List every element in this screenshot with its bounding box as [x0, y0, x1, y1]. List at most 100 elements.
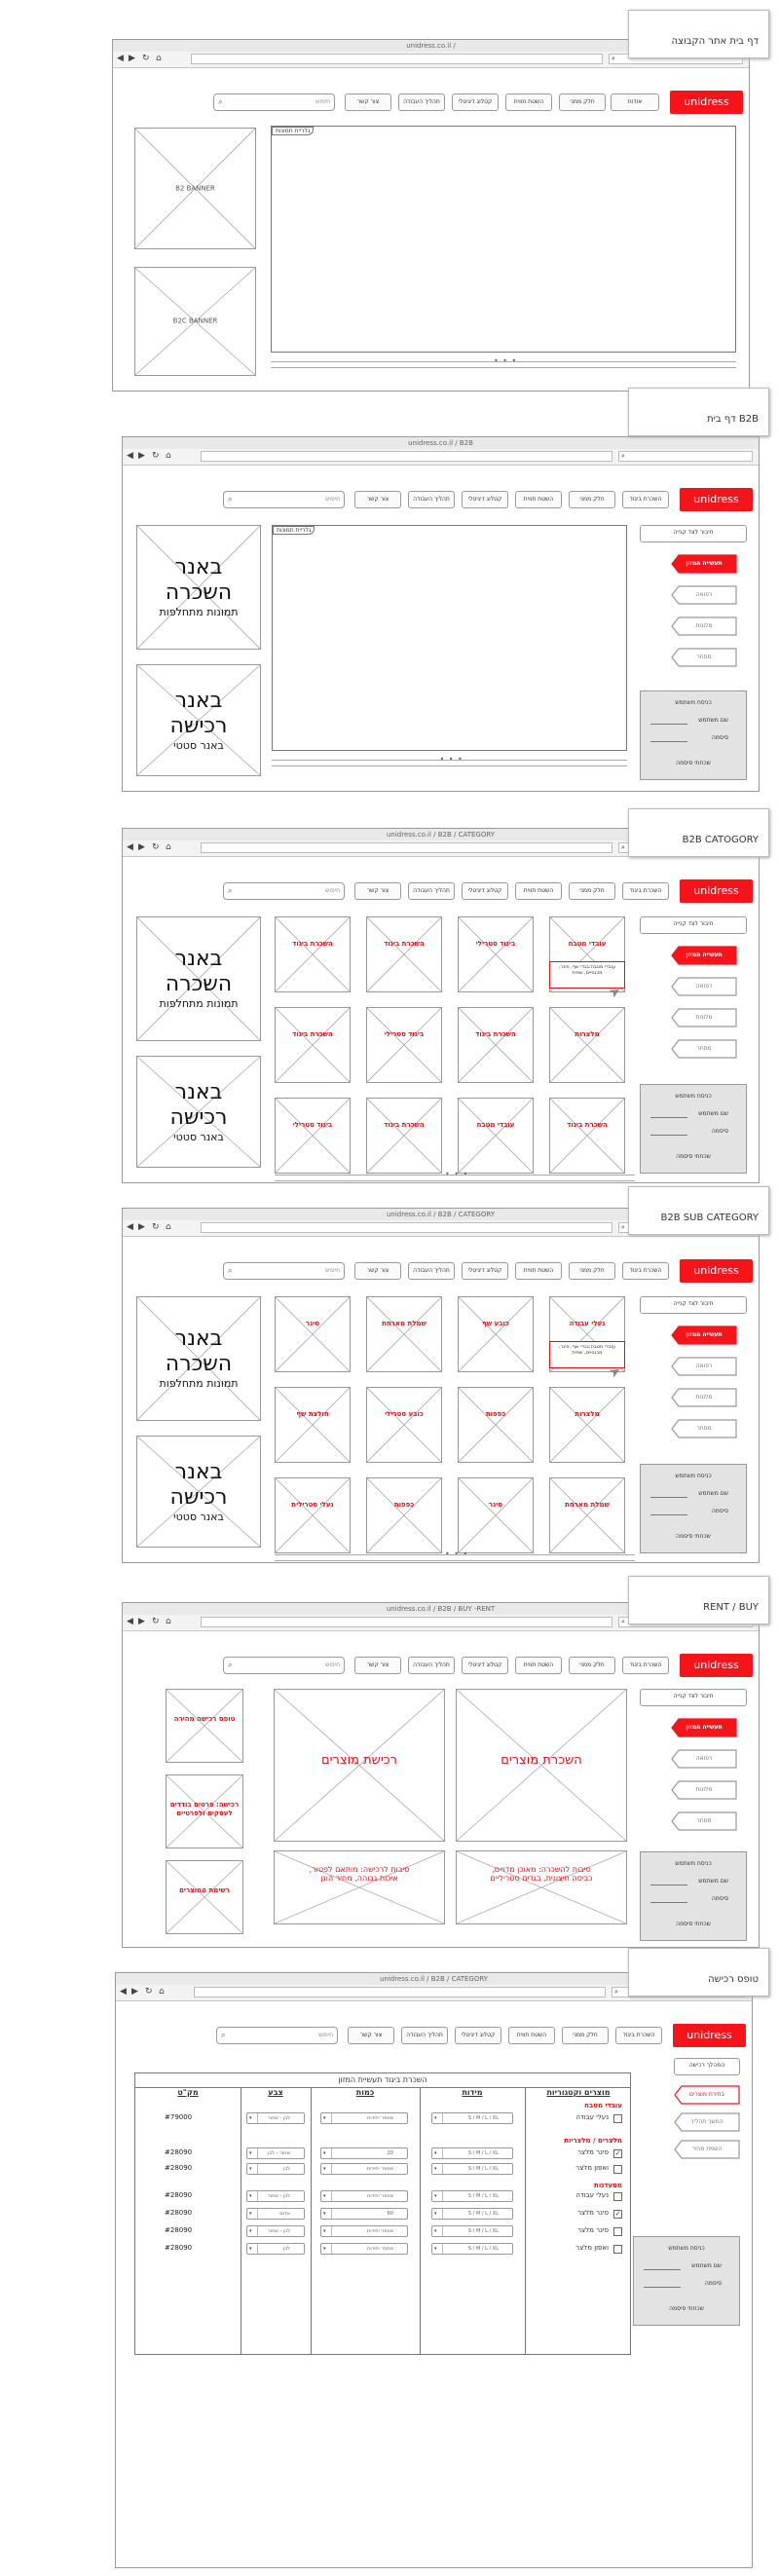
image-carousel[interactable]: גלריית תמונות — [271, 126, 736, 353]
address-bar[interactable] — [194, 1987, 606, 1997]
menu-catalog[interactable]: קטלוג דיגיטלי — [462, 1657, 508, 1674]
menu-our_clients[interactable]: חלק ממני — [569, 882, 615, 900]
password-field[interactable] — [650, 1514, 687, 1515]
password-field[interactable] — [650, 1902, 687, 1903]
quantity-select[interactable]: ▾ מספר יחידות — [320, 2225, 408, 2237]
menu-contact[interactable]: צור קשר — [354, 1657, 401, 1674]
industry-hotels[interactable]: מלונות — [671, 1780, 737, 1800]
unidress-logo[interactable]: unidress — [680, 1259, 753, 1283]
menu-rental[interactable]: השכרת ביגוד — [622, 1657, 669, 1674]
product-checkbox[interactable] — [613, 2165, 622, 2174]
unidress-logo[interactable]: unidress — [680, 879, 753, 903]
back-icon[interactable]: ◀ — [117, 54, 124, 64]
forward-icon[interactable]: ▶ — [138, 1617, 145, 1627]
unidress-logo[interactable]: unidress — [680, 1654, 753, 1677]
category-tile[interactable]: כפפות — [366, 1477, 442, 1553]
menu-wash_tags[interactable]: השטת תווית — [515, 882, 562, 900]
category-tile[interactable]: שמלת מארחת — [366, 1296, 442, 1372]
side-link-tile[interactable]: טופס רכישה מהירה — [166, 1689, 243, 1763]
b2b-login-button[interactable]: חיבור לצד קנייה — [640, 1296, 747, 1314]
industry-step3[interactable]: השמת מחיר — [674, 2140, 740, 2159]
username-field[interactable] — [650, 724, 687, 725]
industry-active[interactable]: תעשייה המזון — [671, 1718, 737, 1737]
unidress-logo[interactable]: unidress — [673, 2024, 746, 2047]
color-select[interactable]: ▾ לבן - שחור — [246, 2190, 305, 2202]
carousel-dots[interactable]: • • • — [445, 1170, 468, 1178]
category-tile[interactable]: ביגוד סטרילי — [275, 1098, 351, 1174]
refresh-icon[interactable]: ↻ — [152, 842, 160, 853]
menu-our_clients[interactable]: חלק ממני — [569, 491, 615, 508]
quantity-select[interactable]: ▾ 20 — [320, 2147, 408, 2159]
category-tile[interactable]: השכרת ביגוד — [366, 916, 442, 992]
home-icon[interactable]: ⌂ — [156, 54, 162, 64]
size-select[interactable]: ▾ S / M / L / XL — [431, 2147, 513, 2159]
category-tile[interactable]: מלצרות — [549, 1387, 625, 1463]
quantity-select[interactable]: ▾ מספר יחידות — [320, 2112, 408, 2124]
industry-hotels[interactable]: מלונות — [671, 1008, 737, 1027]
category-tile[interactable]: עובדי מטבח — [458, 1098, 534, 1174]
menu-our_clients[interactable]: חלק ממני — [559, 93, 606, 111]
site-search-input[interactable]: ⌕ חיפוש — [223, 1262, 345, 1280]
address-bar[interactable] — [191, 54, 603, 64]
industry-medical[interactable]: רפואה — [671, 1749, 737, 1769]
industry-hotels[interactable]: מלונות — [671, 1388, 737, 1407]
menu-wash_tags[interactable]: השטת תווית — [505, 93, 552, 111]
carousel-dots[interactable]: • • • — [494, 356, 517, 365]
menu-catalog[interactable]: קטלוג דיגיטלי — [455, 2027, 501, 2044]
rent-banner[interactable]: באנר השכרה תמונות מתחלפות — [136, 916, 261, 1041]
menu-rental[interactable]: השכרת ביגוד — [615, 2027, 662, 2044]
site-search-input[interactable]: ⌕ חיפוש — [223, 882, 345, 900]
refresh-icon[interactable]: ↻ — [152, 451, 160, 462]
back-icon[interactable]: ◀ — [127, 842, 133, 853]
side-step-button[interactable]: המהלך רכישה — [674, 2058, 740, 2075]
unidress-logo[interactable]: unidress — [670, 91, 743, 114]
rent-banner[interactable]: באנר השכרה תמונות מתחלפות — [136, 525, 261, 650]
menu-our_clients[interactable]: חלק ממני — [569, 1657, 615, 1674]
category-tile[interactable]: ביגוד סטרילי — [458, 916, 534, 992]
buy-products-tile[interactable]: רכישת מוצרים — [274, 1689, 445, 1842]
forward-icon[interactable]: ▶ — [138, 451, 145, 462]
menu-about[interactable]: אודות — [611, 93, 659, 111]
color-select[interactable]: ▾ לבן — [246, 2163, 305, 2175]
menu-process[interactable]: תהליך העבודה — [408, 491, 455, 508]
industry-retail[interactable]: מסחר — [671, 1811, 737, 1831]
home-icon[interactable]: ⌂ — [159, 1987, 165, 1997]
forgot-password-link[interactable]: שכחתי סיסמה — [641, 1921, 746, 1927]
size-select[interactable]: ▾ S / M / L / XL — [431, 2163, 513, 2175]
back-icon[interactable]: ◀ — [127, 451, 133, 462]
menu-wash_tags[interactable]: השטת תווית — [515, 491, 562, 508]
menu-rental[interactable]: השכרת ביגוד — [622, 882, 669, 900]
forgot-password-link[interactable]: שכחתי סיסמה — [641, 760, 746, 766]
category-tile[interactable]: השכרת ביגוד — [549, 1098, 625, 1174]
industry-medical[interactable]: רפואה — [671, 585, 737, 605]
b2c-banner[interactable]: B2C BANNER — [134, 267, 256, 376]
category-tile[interactable]: נעלי סטרילית — [275, 1477, 351, 1553]
size-select[interactable]: ▾ S / M / L / XL — [431, 2208, 513, 2220]
category-tile[interactable]: כפפות — [458, 1387, 534, 1463]
password-field[interactable] — [650, 741, 687, 742]
category-tile[interactable]: כובע שף — [458, 1296, 534, 1372]
forgot-password-link[interactable]: שכחתי סיסמה — [641, 1153, 746, 1160]
b2b-login-button[interactable]: חיבור לצד קנייה — [640, 525, 747, 542]
back-icon[interactable]: ◀ — [127, 1222, 133, 1233]
menu-wash_tags[interactable]: השטת תווית — [515, 1657, 562, 1674]
forward-icon[interactable]: ▶ — [131, 1987, 138, 1997]
menu-contact[interactable]: צור קשר — [354, 491, 401, 508]
product-checkbox[interactable]: ✓ — [613, 2149, 622, 2158]
side-link-tile[interactable]: רשימת המוצרים — [166, 1860, 243, 1934]
category-tile[interactable]: השכרת ביגוד — [275, 916, 351, 992]
site-search-input[interactable]: ⌕ חיפוש — [213, 93, 335, 111]
address-bar[interactable] — [201, 451, 612, 462]
product-checkbox[interactable] — [613, 2227, 622, 2236]
username-field[interactable] — [650, 1497, 687, 1498]
industry-hotels[interactable]: מלונות — [671, 616, 737, 636]
refresh-icon[interactable]: ↻ — [152, 1222, 160, 1233]
industry-active[interactable]: תעשייה המזון — [671, 946, 737, 965]
product-checkbox[interactable] — [613, 2245, 622, 2254]
color-select[interactable]: ▾ אדום — [246, 2208, 305, 2220]
quantity-select[interactable]: ▾ מספר יחידות — [320, 2163, 408, 2175]
menu-process[interactable]: תהליך העבודה — [401, 2027, 448, 2044]
home-icon[interactable]: ⌂ — [166, 1617, 171, 1627]
home-icon[interactable]: ⌂ — [166, 842, 171, 853]
industry-active[interactable]: תעשייה המזון — [671, 1325, 737, 1345]
